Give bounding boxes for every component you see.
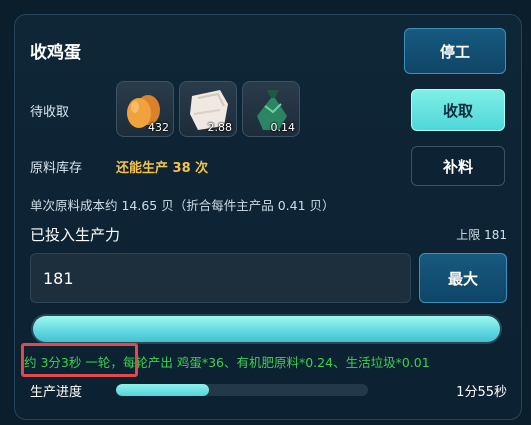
limit-text: 上限 181 <box>456 228 507 242</box>
item-count: 0.14 <box>270 121 296 134</box>
labor-slider-fill <box>33 316 500 342</box>
invested-label: 已投入生产力 <box>30 226 121 244</box>
pending-label: 待收取 <box>30 105 70 120</box>
max-button[interactable]: 最大 <box>419 253 507 303</box>
progress-label: 生产进度 <box>30 385 83 400</box>
pending-item-egg[interactable]: 432 <box>116 81 174 137</box>
collect-button[interactable]: 收取 <box>411 89 505 131</box>
time-left: 1分55秒 <box>456 385 507 400</box>
stop-work-button[interactable]: 停工 <box>404 28 506 74</box>
highlight-box <box>21 343 138 377</box>
cost-text: 单次原料成本约 14.65 贝（折合每件主产品 0.41 贝） <box>30 198 335 213</box>
labor-slider[interactable] <box>31 314 502 344</box>
panel-title: 收鸡蛋 <box>30 43 81 63</box>
labor-input[interactable] <box>30 253 411 303</box>
item-count: 432 <box>148 121 169 134</box>
production-progress-fill <box>116 384 210 396</box>
stock-value: 还能生产 38 次 <box>116 161 209 176</box>
pending-item-paper[interactable]: 2.88 <box>179 81 237 137</box>
item-count: 2.88 <box>207 121 233 134</box>
production-progress-bar <box>116 384 368 396</box>
pending-item-bag[interactable]: 0.14 <box>242 81 300 137</box>
refill-button[interactable]: 补料 <box>411 146 505 186</box>
stock-label: 原料库存 <box>30 161 83 176</box>
